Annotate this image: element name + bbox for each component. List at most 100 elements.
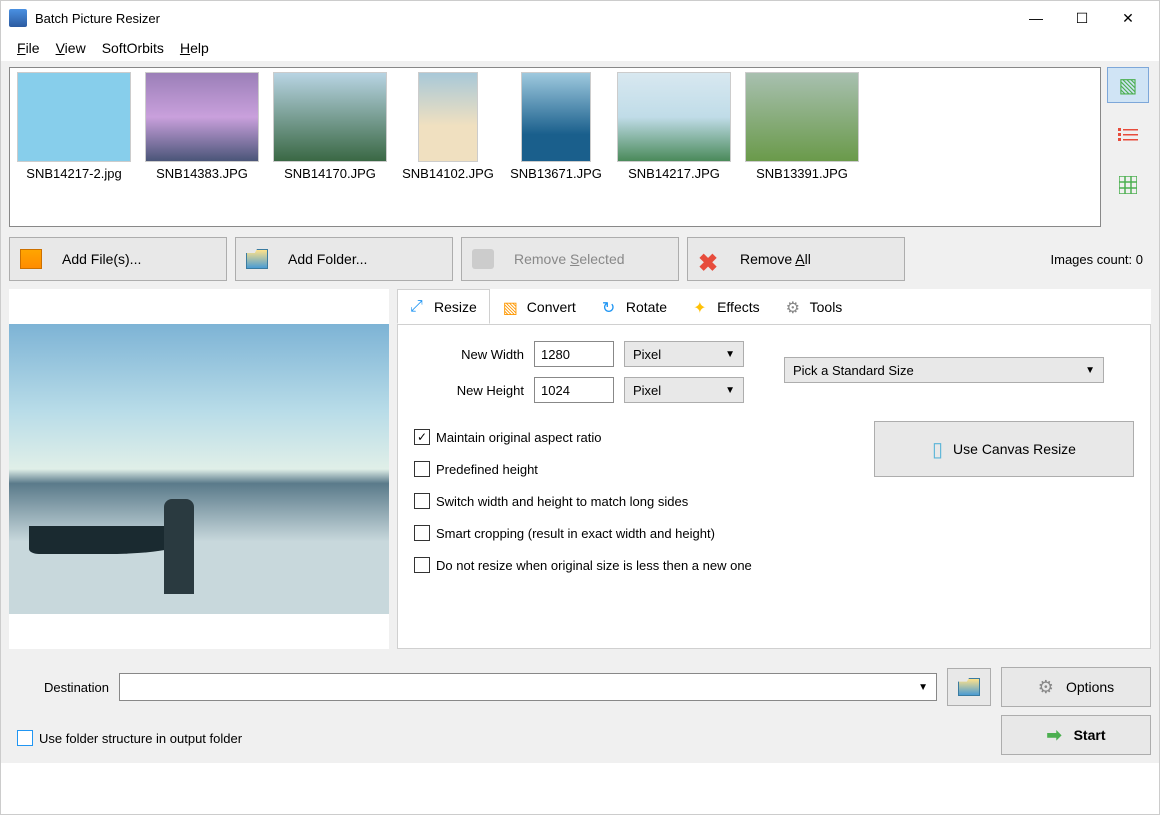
menu-file[interactable]: File	[9, 37, 48, 59]
thumbnail-item[interactable]: SNB14217.JPG	[614, 72, 734, 222]
bottom-row: Destination ▼ ⚙ Options	[9, 667, 1151, 707]
smart-cropping-checkbox[interactable]	[414, 525, 430, 541]
height-unit-select[interactable]: Pixel ▼	[624, 377, 744, 403]
start-label: Start	[1074, 727, 1106, 743]
content-area: SNB14217-2.jpg SNB14383.JPG SNB14170.JPG…	[1, 61, 1159, 763]
height-unit-value: Pixel	[633, 383, 661, 398]
width-unit-value: Pixel	[633, 347, 661, 362]
grid-icon	[1119, 176, 1137, 194]
new-height-label: New Height	[414, 383, 524, 398]
thumbnail-label: SNB14217.JPG	[628, 166, 720, 181]
tab-tools-label: Tools	[810, 299, 843, 315]
tab-area: ⤢ Resize ▧ Convert ↻ Rotate ✦ Effects ⚙	[397, 289, 1151, 649]
view-mode-buttons: ▧	[1107, 67, 1151, 227]
destination-label: Destination	[9, 680, 109, 695]
thumbnail-image	[273, 72, 387, 162]
tools-icon: ⚙	[786, 298, 804, 316]
thumbnail-label: SNB14102.JPG	[402, 166, 494, 181]
remove-all-label: Remove All	[740, 251, 811, 267]
thumbnail-item[interactable]: SNB13391.JPG	[742, 72, 862, 222]
image-icon	[20, 249, 42, 269]
use-folder-structure-label: Use folder structure in output folder	[39, 731, 242, 746]
tabs: ⤢ Resize ▧ Convert ↻ Rotate ✦ Effects ⚙	[397, 289, 1151, 325]
thumbnail-image	[521, 72, 591, 162]
play-icon: ➡	[1047, 725, 1062, 746]
main-row: ⤢ Resize ▧ Convert ↻ Rotate ✦ Effects ⚙	[9, 289, 1151, 649]
no-resize-smaller-label: Do not resize when original size is less…	[436, 558, 752, 573]
use-folder-structure-checkbox[interactable]	[17, 730, 33, 746]
minimize-button[interactable]: —	[1013, 3, 1059, 33]
titlebar: Batch Picture Resizer — ☐ ✕	[1, 1, 1159, 35]
maintain-ratio-checkbox[interactable]: ✓	[414, 429, 430, 445]
canvas-resize-label: Use Canvas Resize	[953, 441, 1076, 457]
thumbnail-item[interactable]: SNB14217-2.jpg	[14, 72, 134, 222]
thumbnail-image	[745, 72, 859, 162]
tab-convert[interactable]: ▧ Convert	[490, 289, 589, 324]
canvas-resize-button[interactable]: ▯ Use Canvas Resize	[874, 421, 1134, 477]
thumbnail-panel[interactable]: SNB14217-2.jpg SNB14383.JPG SNB14170.JPG…	[9, 67, 1101, 227]
view-grid-button[interactable]	[1107, 167, 1149, 203]
options-label: Options	[1066, 679, 1114, 695]
tab-effects[interactable]: ✦ Effects	[680, 289, 773, 324]
new-width-input[interactable]	[534, 341, 614, 367]
tab-rotate-label: Rotate	[626, 299, 667, 315]
add-files-label: Add File(s)...	[62, 251, 141, 267]
x-icon: ✖	[698, 249, 720, 269]
thumbnail-image	[418, 72, 478, 162]
new-height-input[interactable]	[534, 377, 614, 403]
folder-icon	[246, 249, 268, 269]
action-toolbar: Add File(s)... Add Folder... Remove Sele…	[9, 237, 1151, 281]
add-files-button[interactable]: Add File(s)...	[9, 237, 227, 281]
maximize-button[interactable]: ☐	[1059, 3, 1105, 33]
width-unit-select[interactable]: Pixel ▼	[624, 341, 744, 367]
chevron-down-icon: ▼	[918, 682, 928, 693]
chevron-down-icon: ▼	[725, 385, 735, 396]
menu-softorbits[interactable]: SoftOrbits	[94, 37, 172, 59]
view-thumbnails-button[interactable]: ▧	[1107, 67, 1149, 103]
preview-image	[9, 324, 389, 614]
thumbnail-item[interactable]: SNB13671.JPG	[506, 72, 606, 222]
switch-sides-checkbox[interactable]	[414, 493, 430, 509]
predefined-height-label: Predefined height	[436, 462, 538, 477]
view-list-button[interactable]	[1107, 117, 1149, 153]
folder-icon	[958, 678, 980, 696]
menu-view[interactable]: View	[48, 37, 94, 59]
thumbnail-image	[17, 72, 131, 162]
thumbnail-item[interactable]: SNB14170.JPG	[270, 72, 390, 222]
eraser-icon	[472, 249, 494, 269]
thumbnail-label: SNB14217-2.jpg	[26, 166, 121, 181]
no-resize-smaller-checkbox[interactable]	[414, 557, 430, 573]
preview-panel	[9, 289, 389, 649]
remove-selected-button[interactable]: Remove Selected	[461, 237, 679, 281]
close-button[interactable]: ✕	[1105, 3, 1151, 33]
gear-icon: ⚙	[1038, 677, 1054, 698]
browse-folder-button[interactable]	[947, 668, 991, 706]
start-button[interactable]: ➡ Start	[1001, 715, 1151, 755]
list-icon	[1118, 128, 1138, 142]
canvas-icon: ▯	[932, 437, 943, 462]
images-count-label: Images count: 0	[1051, 252, 1152, 267]
thumbnail-row: SNB14217-2.jpg SNB14383.JPG SNB14170.JPG…	[9, 67, 1151, 227]
tab-rotate[interactable]: ↻ Rotate	[589, 289, 680, 324]
thumbnail-item[interactable]: SNB14383.JPG	[142, 72, 262, 222]
tab-resize[interactable]: ⤢ Resize	[397, 289, 490, 324]
destination-select[interactable]: ▼	[119, 673, 937, 701]
resize-icon: ⤢	[410, 298, 428, 316]
options-button[interactable]: ⚙ Options	[1001, 667, 1151, 707]
tab-effects-label: Effects	[717, 299, 760, 315]
menu-help[interactable]: Help	[172, 37, 217, 59]
predefined-height-checkbox[interactable]	[414, 461, 430, 477]
add-folder-button[interactable]: Add Folder...	[235, 237, 453, 281]
tab-tools[interactable]: ⚙ Tools	[773, 289, 856, 324]
window-controls: — ☐ ✕	[1013, 3, 1151, 33]
thumbnail-image	[617, 72, 731, 162]
remove-all-button[interactable]: ✖ Remove All	[687, 237, 905, 281]
tab-resize-label: Resize	[434, 299, 477, 315]
standard-size-select[interactable]: Pick a Standard Size ▼	[784, 357, 1104, 383]
image-icon: ▧	[1119, 73, 1138, 98]
chevron-down-icon: ▼	[1085, 365, 1095, 376]
add-folder-label: Add Folder...	[288, 251, 367, 267]
standard-size-value: Pick a Standard Size	[793, 363, 914, 378]
thumbnail-item[interactable]: SNB14102.JPG	[398, 72, 498, 222]
window-title: Batch Picture Resizer	[35, 11, 160, 26]
